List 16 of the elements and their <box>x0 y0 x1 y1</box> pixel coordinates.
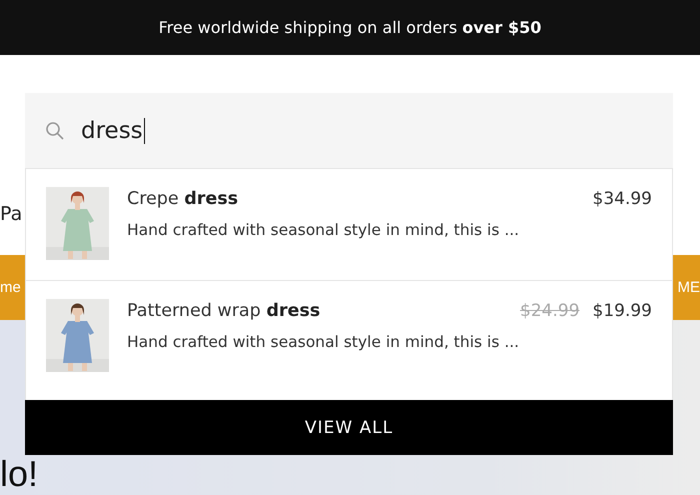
product-description: Hand crafted with seasonal style in mind, this is ... <box>127 221 520 239</box>
banner-text: ME <box>678 279 700 296</box>
banner-text: me <box>0 279 21 296</box>
product-price: $34.99 <box>592 189 652 209</box>
search-icon <box>45 120 65 140</box>
product-title: Patterned wrap dress <box>127 301 320 321</box>
product-description: Hand crafted with seasonal style in mind, this is ... <box>127 333 520 351</box>
search-field[interactable]: dress <box>25 93 673 168</box>
product-price: $19.99 <box>592 301 652 321</box>
search-result[interactable]: Crepe dress $34.99 Hand crafted with seasonal style in mind, this is ... <box>26 169 672 280</box>
view-all-button[interactable]: VIEW ALL <box>25 400 673 455</box>
page-text: Pa <box>0 203 22 225</box>
original-price: $24.99 <box>520 301 580 321</box>
announcement-text: Free worldwide shipping on all orders over $50 <box>158 18 542 37</box>
hero-heading: lo! <box>0 456 38 492</box>
product-title: Crepe dress <box>127 189 238 209</box>
